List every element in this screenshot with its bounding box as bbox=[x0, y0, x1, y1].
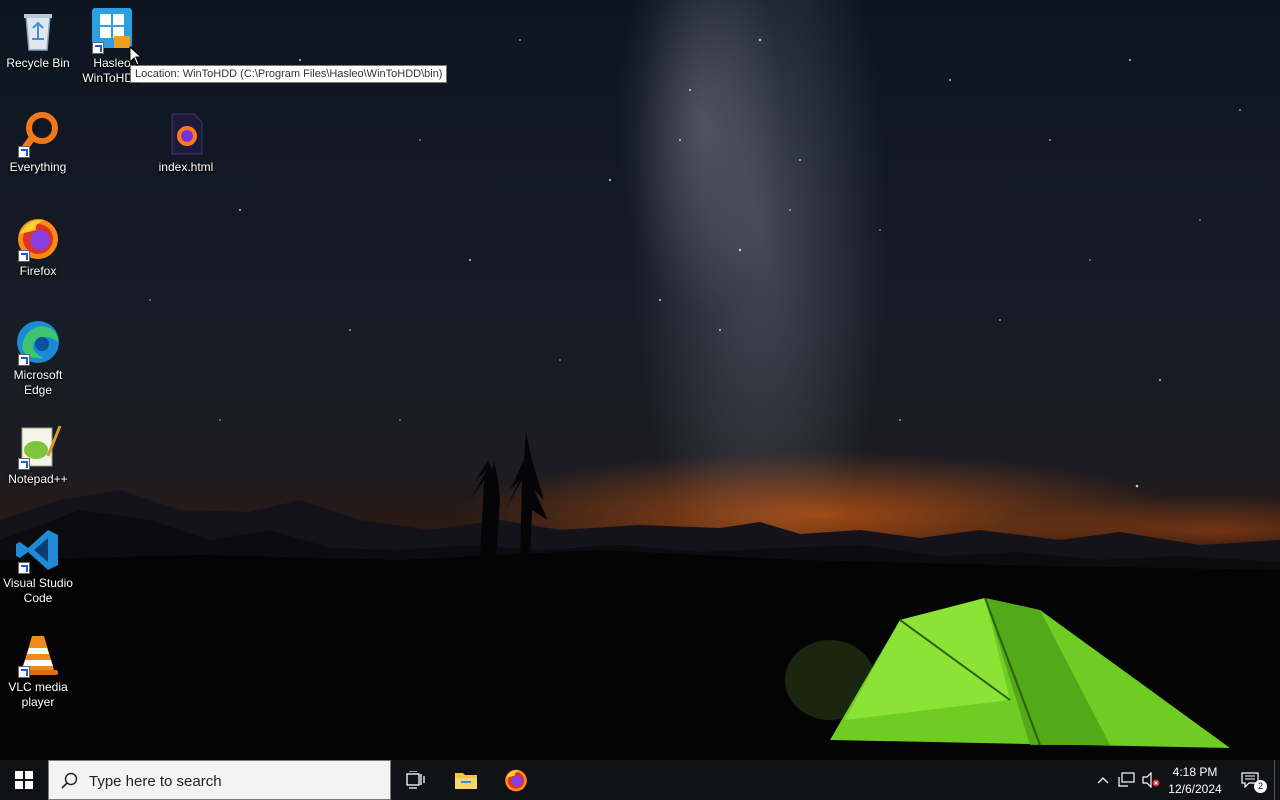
start-button[interactable] bbox=[0, 760, 48, 800]
desktop-icon-label: Firefox bbox=[19, 264, 57, 278]
taskbar-clock[interactable]: 4:18 PM 12/6/2024 bbox=[1160, 764, 1230, 798]
file-explorer-icon bbox=[455, 773, 477, 789]
shortcut-arrow-icon bbox=[18, 146, 30, 158]
taskbar-firefox-button[interactable] bbox=[492, 760, 540, 800]
vscode-icon bbox=[14, 526, 62, 574]
notepad-plus-plus-icon bbox=[14, 422, 62, 470]
desktop-icon-index-html[interactable]: index.html bbox=[148, 110, 224, 175]
task-view-button[interactable] bbox=[392, 760, 440, 800]
desktop-icon-microsoft-edge[interactable]: Microsoft Edge bbox=[0, 318, 76, 398]
shortcut-arrow-icon bbox=[18, 562, 30, 574]
shortcut-arrow-icon bbox=[18, 354, 30, 366]
edge-icon bbox=[14, 318, 62, 366]
desktop-icon-vlc-media-player[interactable]: VLC media player bbox=[0, 630, 76, 710]
shortcut-arrow-icon bbox=[18, 666, 30, 678]
clock-time: 4:18 PM bbox=[1172, 765, 1218, 779]
desktop-icon-everything[interactable]: Everything bbox=[0, 110, 76, 175]
volume-muted-icon bbox=[1142, 772, 1160, 788]
taskbar-search-box[interactable]: Type here to search bbox=[48, 760, 391, 800]
vlc-icon bbox=[14, 630, 62, 678]
search-placeholder: Type here to search bbox=[89, 773, 222, 790]
firefox-icon bbox=[505, 769, 527, 792]
windows-logo-icon bbox=[15, 771, 33, 789]
desktop-icon-label: Notepad++ bbox=[8, 472, 68, 486]
shortcut-arrow-icon bbox=[92, 42, 104, 54]
everything-icon bbox=[14, 110, 62, 158]
volume-button[interactable] bbox=[1140, 760, 1162, 800]
location-tooltip: Location: WinToHDD (C:\Program Files\Has… bbox=[130, 65, 448, 83]
desktop-icon-visual-studio-code[interactable]: Visual Studio Code bbox=[0, 526, 76, 606]
recycle-bin-icon bbox=[14, 6, 62, 54]
desktop-icon-recycle-bin[interactable]: Recycle Bin bbox=[0, 6, 76, 71]
taskbar: Type here to search 4:18 PM 12/6/2024 2 bbox=[0, 760, 1280, 800]
file-explorer-button[interactable] bbox=[442, 760, 490, 800]
clock-date: 12/6/2024 bbox=[1168, 782, 1222, 796]
desktop-icon-label: index.html bbox=[158, 160, 214, 174]
search-icon bbox=[61, 772, 78, 789]
show-desktop-button[interactable] bbox=[1274, 760, 1280, 800]
desktop-icon-label: Visual Studio Code bbox=[3, 576, 73, 605]
network-icon bbox=[1118, 772, 1135, 787]
desktop-icon-firefox[interactable]: Firefox bbox=[0, 214, 76, 279]
desktop-icon-label: VLC media player bbox=[8, 680, 68, 709]
desktop-icon-label: Microsoft Edge bbox=[13, 368, 63, 397]
network-button[interactable] bbox=[1116, 760, 1138, 800]
desktop-icon-label: Everything bbox=[9, 160, 67, 174]
show-hidden-icons-button[interactable] bbox=[1094, 760, 1112, 800]
desktop-icon-notepad-plus-plus[interactable]: Notepad++ bbox=[0, 422, 76, 487]
shortcut-arrow-icon bbox=[18, 250, 30, 262]
firefox-icon bbox=[14, 214, 62, 262]
chevron-up-icon bbox=[1097, 777, 1109, 784]
task-view-icon bbox=[406, 771, 425, 789]
mouse-cursor-icon bbox=[129, 46, 143, 66]
desktop-icon-label: Recycle Bin bbox=[6, 56, 70, 70]
notification-count-badge: 2 bbox=[1254, 780, 1267, 793]
html-file-icon bbox=[162, 110, 210, 158]
shortcut-arrow-icon bbox=[18, 458, 30, 470]
